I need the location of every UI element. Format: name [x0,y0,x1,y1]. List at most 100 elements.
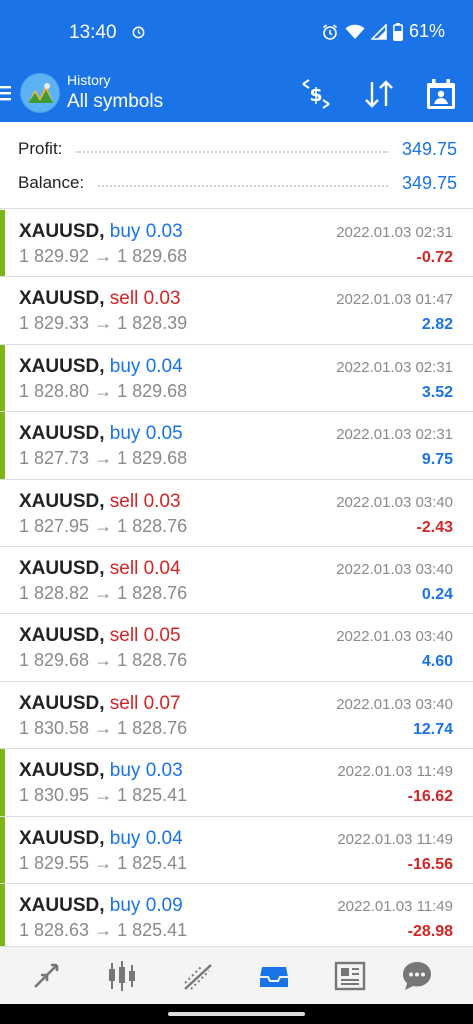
deal-prices: 1 827.95 → 1 828.76 [19,515,188,536]
balance-label: Balance: [18,173,85,192]
app-logo[interactable] [20,73,60,113]
deal-list: XAUUSD, buy 0.03 1 829.92 → 1 829.68 202… [0,210,473,952]
deal-row[interactable]: XAUUSD, buy 0.05 1 827.73 → 1 829.68 202… [0,412,473,480]
nav-chart[interactable] [105,959,139,993]
deal-title: XAUUSD, sell 0.07 [19,693,181,715]
status-bar: 13:40 61% [0,0,473,66]
chart-icon [109,961,135,991]
gesture-bar [0,1004,473,1024]
deal-title: XAUUSD, buy 0.09 [19,895,183,917]
deal-symbol: XAUUSD, [19,423,105,445]
menu-icon[interactable] [0,82,14,104]
title-block[interactable]: History All symbols [67,71,163,115]
deal-prices: 1 829.55 → 1 825.41 [19,852,188,873]
deal-profit: -16.62 [407,788,453,806]
news-icon [334,961,366,991]
deal-profit: 9.75 [421,451,453,469]
buy-indicator-bar [0,344,5,412]
deal-title: XAUUSD, sell 0.03 [19,288,181,310]
deal-time: 2022.01.03 11:49 [337,830,453,848]
deal-profit: -16.56 [407,855,453,873]
home-indicator[interactable] [168,1012,305,1016]
deal-side: buy 0.05 [109,423,183,445]
deal-profit: 3.52 [421,383,453,401]
page-subtitle: History [67,72,111,88]
deal-side: buy 0.03 [109,760,183,782]
history-icon [260,967,288,987]
deal-row[interactable]: XAUUSD, buy 0.03 1 830.95 → 1 825.41 202… [0,749,473,817]
alarm-icon [322,23,337,40]
deal-row[interactable]: XAUUSD, buy 0.03 1 829.92 → 1 829.68 202… [0,210,473,278]
nav-news[interactable] [333,959,367,993]
signal-icon [370,23,387,40]
deal-title: XAUUSD, buy 0.04 [19,828,183,850]
page-title[interactable]: All symbols [67,89,163,115]
sort-icon[interactable] [361,76,397,112]
deal-time: 2022.01.03 11:49 [337,763,453,781]
nav-trade[interactable] [181,959,215,993]
deal-prices: 1 827.73 → 1 829.68 [19,448,188,469]
deal-profit: 2.82 [421,316,453,334]
deal-row[interactable]: XAUUSD, sell 0.03 1 827.95 → 1 828.76 20… [0,479,473,547]
nav-quotes[interactable] [29,959,63,993]
deal-time: 2022.01.03 03:40 [336,493,453,511]
deal-side: sell 0.03 [109,490,181,512]
nav-history[interactable] [257,959,291,993]
dotted-leader [98,185,388,187]
wifi-icon [345,24,365,39]
profit-row: Profit: 349.75 [18,134,457,164]
deal-symbol: XAUUSD, [19,355,105,377]
deal-side: buy 0.04 [109,355,183,377]
buy-indicator-bar [0,883,5,951]
deal-row[interactable]: XAUUSD, buy 0.04 1 828.80 → 1 829.68 202… [0,344,473,413]
currency-filter-icon[interactable]: $ [298,76,334,112]
deal-prices: 1 828.82 → 1 828.76 [19,582,188,603]
deal-symbol: XAUUSD, [19,827,105,849]
buy-indicator-bar [0,749,5,816]
deal-row[interactable]: XAUUSD, sell 0.03 1 829.33 → 1 828.39 20… [0,277,473,345]
deal-profit: 12.74 [412,720,453,738]
deal-symbol: XAUUSD, [19,288,105,310]
deal-row[interactable]: XAUUSD, sell 0.05 1 829.68 → 1 828.76 20… [0,614,473,682]
deal-time: 2022.01.03 01:47 [336,291,453,309]
battery-percent: 61% [408,21,445,41]
deal-row[interactable]: XAUUSD, sell 0.07 1 830.58 → 1 828.76 20… [0,681,473,750]
deal-time: 2022.01.03 02:31 [336,426,453,444]
deal-time: 2022.01.03 11:49 [337,897,453,915]
deal-prices: 1 828.80 → 1 829.68 [19,380,188,401]
deal-row[interactable]: XAUUSD, buy 0.04 1 829.55 → 1 825.41 202… [0,816,473,884]
buy-indicator-bar [0,412,5,479]
deal-prices: 1 830.58 → 1 828.76 [19,717,188,738]
deal-time: 2022.01.03 03:40 [336,695,453,713]
deal-title: XAUUSD, buy 0.05 [19,423,183,445]
deal-title: XAUUSD, sell 0.03 [19,491,181,513]
deal-title: XAUUSD, sell 0.05 [19,625,181,647]
metatrader-logo-icon [21,74,59,112]
nav-chat[interactable] [400,959,434,993]
deal-prices: 1 829.68 → 1 828.76 [19,650,188,671]
deal-row[interactable]: XAUUSD, sell 0.04 1 828.82 → 1 828.76 20… [0,546,473,615]
balance-value: 349.75 [401,172,457,193]
deal-time: 2022.01.03 02:31 [336,224,453,241]
deal-symbol: XAUUSD, [19,625,105,647]
battery-icon [393,22,403,41]
profit-label: Profit: [18,139,63,158]
bottom-nav [0,946,473,1004]
deal-side: sell 0.04 [109,557,181,579]
deal-profit: 4.60 [421,653,453,671]
deal-row[interactable]: XAUUSD, buy 0.09 1 828.63 → 1 825.41 202… [0,883,473,952]
calendar-icon[interactable] [423,76,459,112]
chat-icon [403,962,431,990]
deal-side: sell 0.03 [109,288,181,310]
app-bar: History All symbols $ [0,66,473,122]
deal-symbol: XAUUSD, [19,760,105,782]
deal-side: buy 0.09 [109,894,183,916]
deal-prices: 1 829.33 → 1 828.39 [19,313,188,334]
deal-title: XAUUSD, buy 0.03 [19,221,183,243]
dotted-leader [76,151,388,153]
deal-side: sell 0.05 [109,625,181,647]
balance-row: Balance: 349.75 [18,168,457,198]
deal-profit: -2.43 [416,518,453,536]
quotes-icon [34,963,59,988]
buy-indicator-bar [0,210,5,277]
